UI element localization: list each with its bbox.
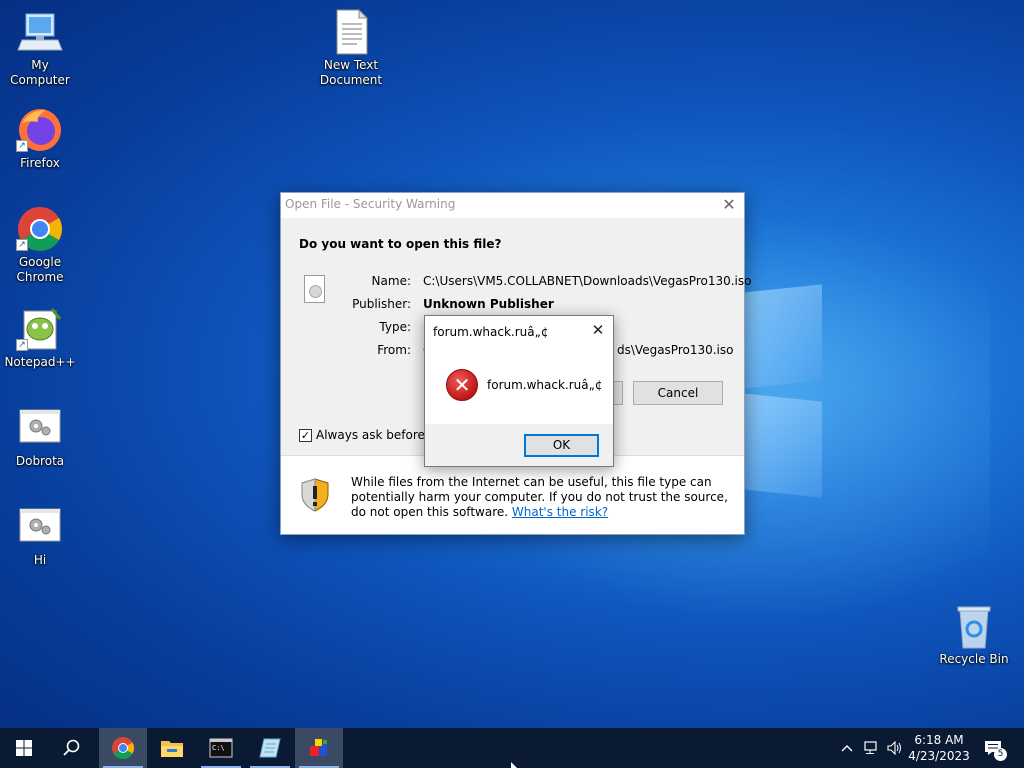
search-icon xyxy=(63,739,80,756)
ok-button[interactable]: OK xyxy=(524,434,599,457)
network-button[interactable] xyxy=(860,728,882,768)
volume-button[interactable] xyxy=(884,728,906,768)
desktop-icon-notepadpp[interactable]: ↗ Notepad++ xyxy=(0,305,80,370)
desktop-icon-recycle-bin[interactable]: Recycle Bin xyxy=(934,602,1014,667)
clock-time: 6:18 AM xyxy=(914,733,964,747)
desktop-icon-dobrota[interactable]: Dobrota xyxy=(0,404,80,469)
always-ask-checkbox-row[interactable]: ✓ Always ask before op xyxy=(299,428,444,442)
from-value-suffix: ds\VegasPro130.iso xyxy=(617,343,734,357)
from-label: From: xyxy=(377,343,411,357)
publisher-value: Unknown Publisher xyxy=(423,297,554,311)
close-icon[interactable]: ✕ xyxy=(589,320,607,340)
chrome-icon: ↗ xyxy=(16,205,64,253)
error-x-icon: ✕ xyxy=(446,369,478,401)
network-icon xyxy=(864,741,877,754)
desktop-icon-label: Recycle Bin xyxy=(939,652,1009,666)
desktop-icon-new-text-document[interactable]: New Text Document xyxy=(311,8,391,88)
settings-file-icon xyxy=(16,503,64,551)
shortcut-arrow-icon: ↗ xyxy=(16,239,28,251)
desktop-icon-label: Hi xyxy=(33,553,47,567)
name-value: C:\Users\VM5.COLLABNET\Downloads\VegasPr… xyxy=(423,274,752,288)
mouse-cursor xyxy=(511,762,517,768)
file-icon xyxy=(304,275,325,303)
type-label: Type: xyxy=(379,320,411,334)
error-dialog: forum.whack.ruâ„¢ ✕ ✕ forum.whack.ruâ„¢ … xyxy=(424,315,614,467)
start-button[interactable] xyxy=(0,728,48,768)
desktop-icon-hi[interactable]: Hi xyxy=(0,503,80,568)
search-button[interactable] xyxy=(48,728,96,768)
desktop-icon-label: My Computer xyxy=(10,58,70,87)
error-message: forum.whack.ruâ„¢ xyxy=(487,378,603,392)
windows-start-icon xyxy=(16,740,32,756)
desktop-icon-label: Google Chrome xyxy=(16,255,64,284)
notepadpp-icon: ↗ xyxy=(16,305,64,353)
dialog-question: Do you want to open this file? xyxy=(299,237,502,251)
checkbox-checked-icon[interactable]: ✓ xyxy=(299,428,312,442)
error-dialog-button-bar: OK xyxy=(425,424,613,466)
firefox-icon: ↗ xyxy=(16,106,64,154)
close-icon[interactable]: ✕ xyxy=(714,193,744,218)
chrome-icon xyxy=(112,737,134,759)
shield-warning-icon xyxy=(301,478,329,512)
desktop-icon-firefox[interactable]: ↗ Firefox xyxy=(0,106,80,171)
cancel-button[interactable]: Cancel xyxy=(633,381,723,405)
action-center-button[interactable]: 5 xyxy=(978,728,1008,768)
taskbar-notepad[interactable] xyxy=(246,728,294,768)
warning-text-block: While files from the Internet can be use… xyxy=(351,475,731,520)
desktop-icon-label: New Text Document xyxy=(319,58,383,87)
show-hidden-icons-button[interactable] xyxy=(836,728,858,768)
taskbar-file-explorer[interactable] xyxy=(148,728,196,768)
command-prompt-icon: C:\ xyxy=(209,738,233,758)
dialog-titlebar[interactable]: Open File - Security Warning ✕ xyxy=(281,193,744,218)
app-blocks-icon xyxy=(310,739,327,756)
error-dialog-title: forum.whack.ruâ„¢ xyxy=(433,325,549,339)
desktop-icon-google-chrome[interactable]: ↗ Google Chrome xyxy=(0,205,80,285)
publisher-label: Publisher: xyxy=(352,297,411,311)
desktop-icon-label: Firefox xyxy=(20,156,60,170)
taskbar-chrome[interactable] xyxy=(99,728,147,768)
computer-icon xyxy=(16,8,64,56)
whats-the-risk-link[interactable]: What's the risk? xyxy=(512,505,608,519)
shortcut-arrow-icon: ↗ xyxy=(16,339,28,351)
taskbar-clock[interactable]: 6:18 AM 4/23/2023 xyxy=(906,732,972,764)
desktop-icon-my-computer[interactable]: My Computer xyxy=(0,8,80,88)
recycle-bin-icon xyxy=(950,602,998,650)
svg-text:C:\: C:\ xyxy=(212,744,225,752)
name-label: Name: xyxy=(371,274,411,288)
chevron-up-icon xyxy=(841,745,853,752)
notification-count-badge: 5 xyxy=(994,748,1007,761)
notepad-icon xyxy=(259,738,281,758)
clock-date: 4/23/2023 xyxy=(908,749,970,763)
settings-file-icon xyxy=(16,404,64,452)
shortcut-arrow-icon: ↗ xyxy=(16,140,28,152)
taskbar-command-prompt[interactable]: C:\ xyxy=(197,728,245,768)
dialog-title: Open File - Security Warning xyxy=(285,197,456,211)
text-document-icon xyxy=(327,8,375,56)
speaker-icon xyxy=(887,741,901,755)
desktop-icon-label: Notepad++ xyxy=(4,355,76,369)
folder-icon xyxy=(161,741,183,757)
taskbar-active-app[interactable] xyxy=(295,728,343,768)
desktop-icon-label: Dobrota xyxy=(15,454,65,468)
